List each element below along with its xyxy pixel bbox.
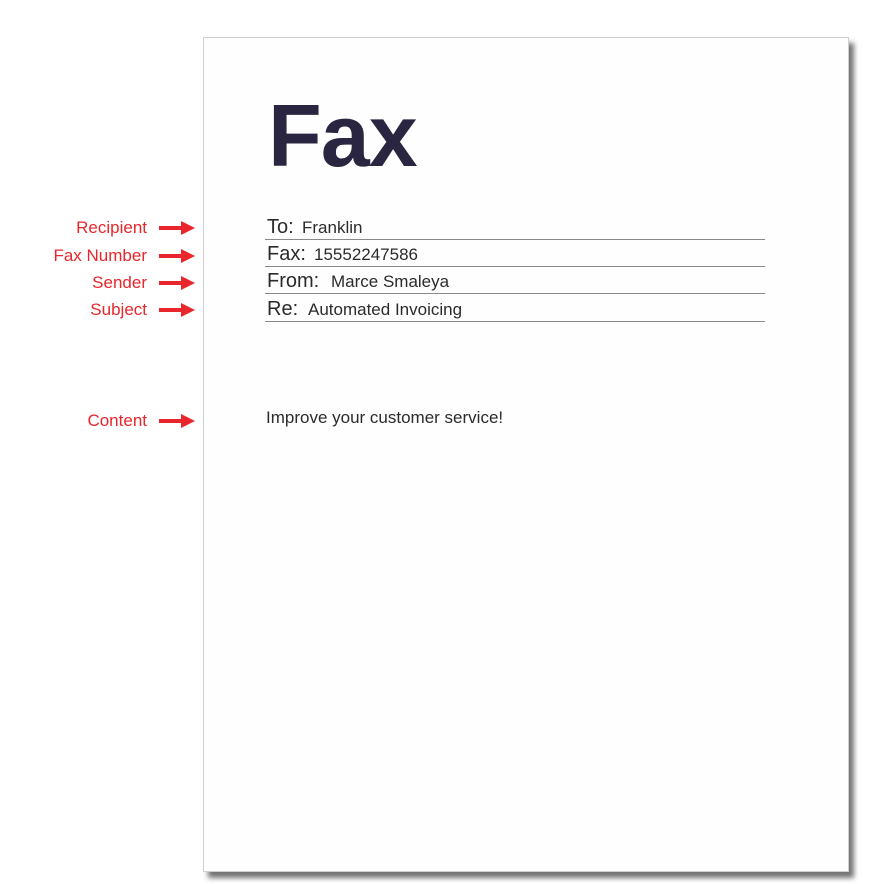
annotation-subject: Subject xyxy=(0,299,195,321)
recipient-value: Franklin xyxy=(302,218,363,237)
fax-number-label: Fax: xyxy=(267,243,306,265)
annotation-subject-label: Subject xyxy=(90,300,147,319)
right-arrow-icon xyxy=(159,249,195,263)
right-arrow-icon xyxy=(159,303,195,317)
fax-number-field: Fax: 15552247586 xyxy=(265,239,765,267)
annotation-fax-number: Fax Number xyxy=(0,245,195,267)
fax-number-value: 15552247586 xyxy=(314,245,419,264)
fax-sheet: Fax To: Franklin Fax: 15552247586 From: … xyxy=(203,37,849,872)
annotation-recipient-label: Recipient xyxy=(76,218,147,237)
right-arrow-icon xyxy=(159,276,195,290)
sender-label: From: xyxy=(267,270,320,292)
annotation-recipient: Recipient xyxy=(0,217,195,239)
fax-title: Fax xyxy=(268,86,418,185)
right-arrow-icon xyxy=(159,221,195,235)
annotation-content-label: Content xyxy=(87,411,147,430)
subject-value: Automated Invoicing xyxy=(308,300,463,319)
annotation-sender: Sender xyxy=(0,272,195,294)
fax-content: Improve your customer service! xyxy=(266,408,504,427)
annotation-fax-number-label: Fax Number xyxy=(53,246,147,265)
fax-illustration: Recipient Fax Number Sender Subject Cont… xyxy=(0,0,872,884)
subject-field: Re: Automated Invoicing xyxy=(265,294,765,322)
right-arrow-icon xyxy=(159,414,195,428)
subject-label: Re: xyxy=(267,298,299,320)
sender-value: Marce Smaleya xyxy=(331,272,450,291)
annotation-content: Content xyxy=(0,410,195,432)
recipient-field: To: Franklin xyxy=(265,212,765,240)
annotation-sender-label: Sender xyxy=(92,273,147,292)
sender-field: From: Marce Smaleya xyxy=(265,266,765,294)
recipient-label: To: xyxy=(267,216,294,238)
